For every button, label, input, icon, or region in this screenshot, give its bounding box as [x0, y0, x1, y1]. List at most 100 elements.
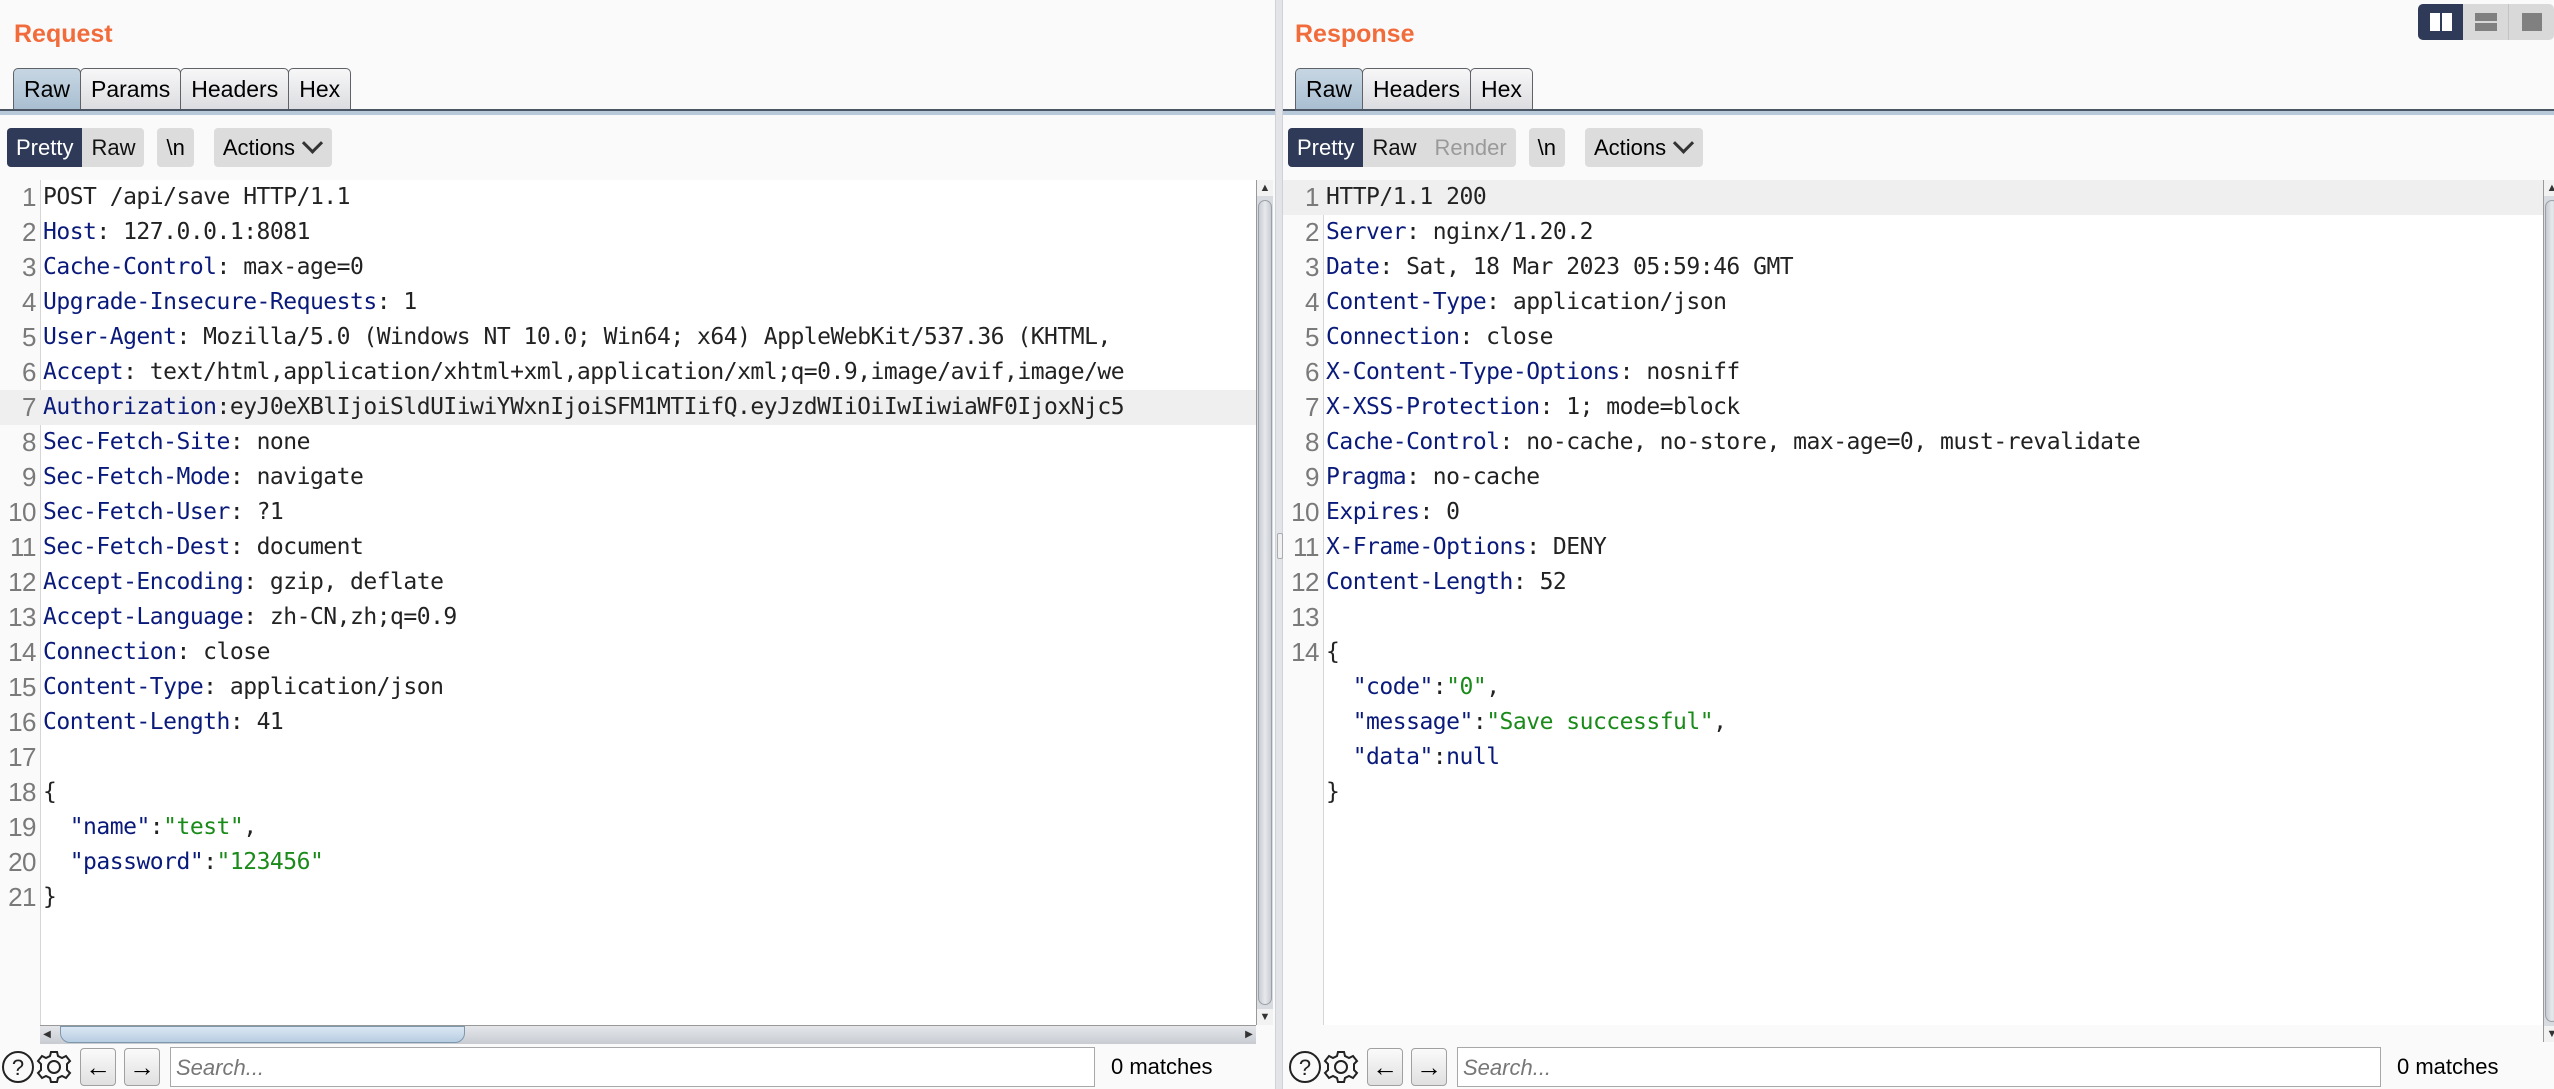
header-name: Content-Type — [43, 674, 204, 700]
response-search-input[interactable]: Search... — [1457, 1047, 2381, 1087]
header-value: :eyJ0eXBlIjoiSldUIiwiYWxnIjoiSFM1MTIifQ.… — [216, 394, 1125, 420]
layout-side-by-side-button[interactable] — [2418, 4, 2463, 40]
request-view-mode: Pretty Raw — [7, 128, 145, 167]
request-pretty-button[interactable]: Pretty — [7, 128, 83, 167]
response-title: Response — [1295, 20, 1415, 48]
request-search-input[interactable]: Search... — [170, 1047, 1095, 1087]
editor-line: "code":"0", — [1283, 670, 2543, 705]
request-tab-raw[interactable]: Raw — [13, 68, 82, 109]
previous-match-button[interactable]: ← — [80, 1048, 116, 1086]
line-content: Content-Length: 52 — [1326, 565, 1567, 600]
scroll-down-icon[interactable]: ▼ — [1257, 1009, 1273, 1025]
request-pane: Request Raw Params Headers Hex Pretty Ra… — [0, 0, 1275, 1089]
response-tab-hex[interactable]: Hex — [1469, 68, 1533, 109]
editor-line: 11 Sec-Fetch-Dest: document — [0, 530, 1256, 565]
line-number: 3 — [1305, 252, 1319, 282]
header-value: : 52 — [1512, 569, 1567, 595]
editor-line: 15 Content-Type: application/json — [0, 670, 1256, 705]
request-tabs: Raw Params Headers Hex — [13, 68, 352, 110]
header-value: : max-age=0 — [216, 254, 364, 280]
line-content: { — [1326, 635, 1340, 670]
line-number: 19 — [8, 812, 36, 842]
line-number: 21 — [8, 882, 36, 912]
scroll-up-icon[interactable]: ▲ — [2544, 180, 2554, 196]
layout-stacked-button[interactable] — [2463, 4, 2508, 40]
response-tabs: Raw Headers Hex — [1295, 68, 1533, 110]
header-name: Sec-Fetch-User — [43, 499, 230, 525]
line-content: Content-Type: application/json — [1326, 285, 1727, 320]
response-lines: 1 HTTP/1.1 200 2 Server: nginx/1.20.2 3 Date:… — [1283, 180, 2543, 810]
scroll-down-icon[interactable]: ▼ — [2544, 1026, 2554, 1042]
response-toolbar: Pretty Raw Render \n Actions — [1288, 128, 1704, 167]
scrollbar-thumb[interactable] — [1258, 200, 1272, 1005]
header-value: : close — [1459, 324, 1553, 350]
gear-icon[interactable] — [1323, 1047, 1359, 1087]
request-newline-toggle[interactable]: \n — [157, 128, 194, 167]
line-number: 1 — [22, 182, 36, 212]
editor-line: } — [1283, 775, 2543, 810]
request-tab-params[interactable]: Params — [80, 68, 182, 109]
pane-divider[interactable] — [1275, 0, 1283, 1089]
response-tab-headers[interactable]: Headers — [1362, 68, 1471, 109]
line-text: } — [43, 884, 57, 910]
line-number: 20 — [8, 847, 36, 877]
columns-icon — [2429, 13, 2452, 31]
line-content: { — [43, 775, 57, 810]
editor-line: 5 User-Agent: Mozilla/5.0 (Windows NT 10.… — [0, 320, 1256, 355]
response-tab-raw[interactable]: Raw — [1295, 68, 1364, 109]
header-name: Expires — [1326, 499, 1420, 525]
header-name: Sec-Fetch-Dest — [43, 534, 230, 560]
response-actions-button[interactable]: Actions — [1585, 128, 1704, 167]
response-raw-button[interactable]: Raw — [1363, 128, 1425, 167]
help-icon[interactable]: ? — [1287, 1047, 1323, 1087]
scrollbar-thumb[interactable] — [60, 1026, 465, 1043]
gear-icon[interactable] — [36, 1047, 72, 1087]
request-editor[interactable]: 1 POST /api/save HTTP/1.1 2 Host: 127.0.0.1… — [0, 180, 1256, 1025]
editor-line: 10 Sec-Fetch-User: ?1 — [0, 495, 1256, 530]
previous-match-button[interactable]: ← — [1367, 1048, 1403, 1086]
scroll-left-icon[interactable]: ◀ — [40, 1026, 54, 1044]
line-number: 10 — [1291, 497, 1319, 527]
editor-line: 1 HTTP/1.1 200 — [1283, 180, 2543, 215]
line-number: 17 — [8, 742, 36, 772]
request-tab-headers[interactable]: Headers — [180, 68, 290, 109]
next-match-button[interactable]: → — [124, 1048, 160, 1086]
request-raw-button[interactable]: Raw — [82, 128, 144, 167]
editor-line: 8 Cache-Control: no-cache, no-store, max-… — [1283, 425, 2543, 460]
request-vertical-scrollbar[interactable]: ▲ ▼ — [1256, 180, 1273, 1025]
layout-single-button[interactable] — [2508, 4, 2554, 40]
header-name: User-Agent — [43, 324, 177, 350]
line-number: 14 — [1291, 637, 1319, 667]
line-content: Accept-Language: zh-CN,zh;q=0.9 — [43, 600, 457, 635]
line-number: 8 — [22, 427, 36, 457]
scroll-up-icon[interactable]: ▲ — [1257, 180, 1273, 196]
response-search-bar: ? ← → Search... 0 matches — [1283, 1045, 2554, 1089]
help-icon[interactable]: ? — [0, 1047, 36, 1087]
request-tab-hex[interactable]: Hex — [288, 68, 352, 109]
editor-line: "message":"Save successful", — [1283, 705, 2543, 740]
response-vertical-scrollbar[interactable]: ▲ ▼ — [2543, 180, 2554, 1042]
header-name: Content-Length — [1326, 569, 1513, 595]
header-value: : nginx/1.20.2 — [1406, 219, 1593, 245]
line-number: 1 — [1305, 182, 1319, 212]
response-editor[interactable]: 1 HTTP/1.1 200 2 Server: nginx/1.20.2 3 Date:… — [1283, 180, 2543, 1025]
line-content: Cache-Control: max-age=0 — [43, 250, 364, 285]
request-horizontal-scrollbar[interactable]: ◀ ▶ — [40, 1025, 1256, 1044]
line-content: Cache-Control: no-cache, no-store, max-a… — [1326, 425, 2141, 460]
line-number: 16 — [8, 707, 36, 737]
request-actions-button[interactable]: Actions — [213, 128, 332, 167]
response-newline-toggle[interactable]: \n — [1528, 128, 1565, 167]
line-content: X-XSS-Protection: 1; mode=block — [1326, 390, 1740, 425]
editor-line: 19 "name":"test", — [0, 810, 1256, 845]
scroll-right-icon[interactable]: ▶ — [1242, 1026, 1256, 1044]
next-match-button[interactable]: → — [1411, 1048, 1447, 1086]
editor-line: 17 — [0, 740, 1256, 775]
line-number: 10 — [8, 497, 36, 527]
editor-line: 9 Pragma: no-cache — [1283, 460, 2543, 495]
response-pretty-button[interactable]: Pretty — [1288, 128, 1364, 167]
line-content: POST /api/save HTTP/1.1 — [43, 180, 351, 215]
scrollbar-thumb[interactable] — [2545, 200, 2554, 1022]
line-number: 15 — [8, 672, 36, 702]
